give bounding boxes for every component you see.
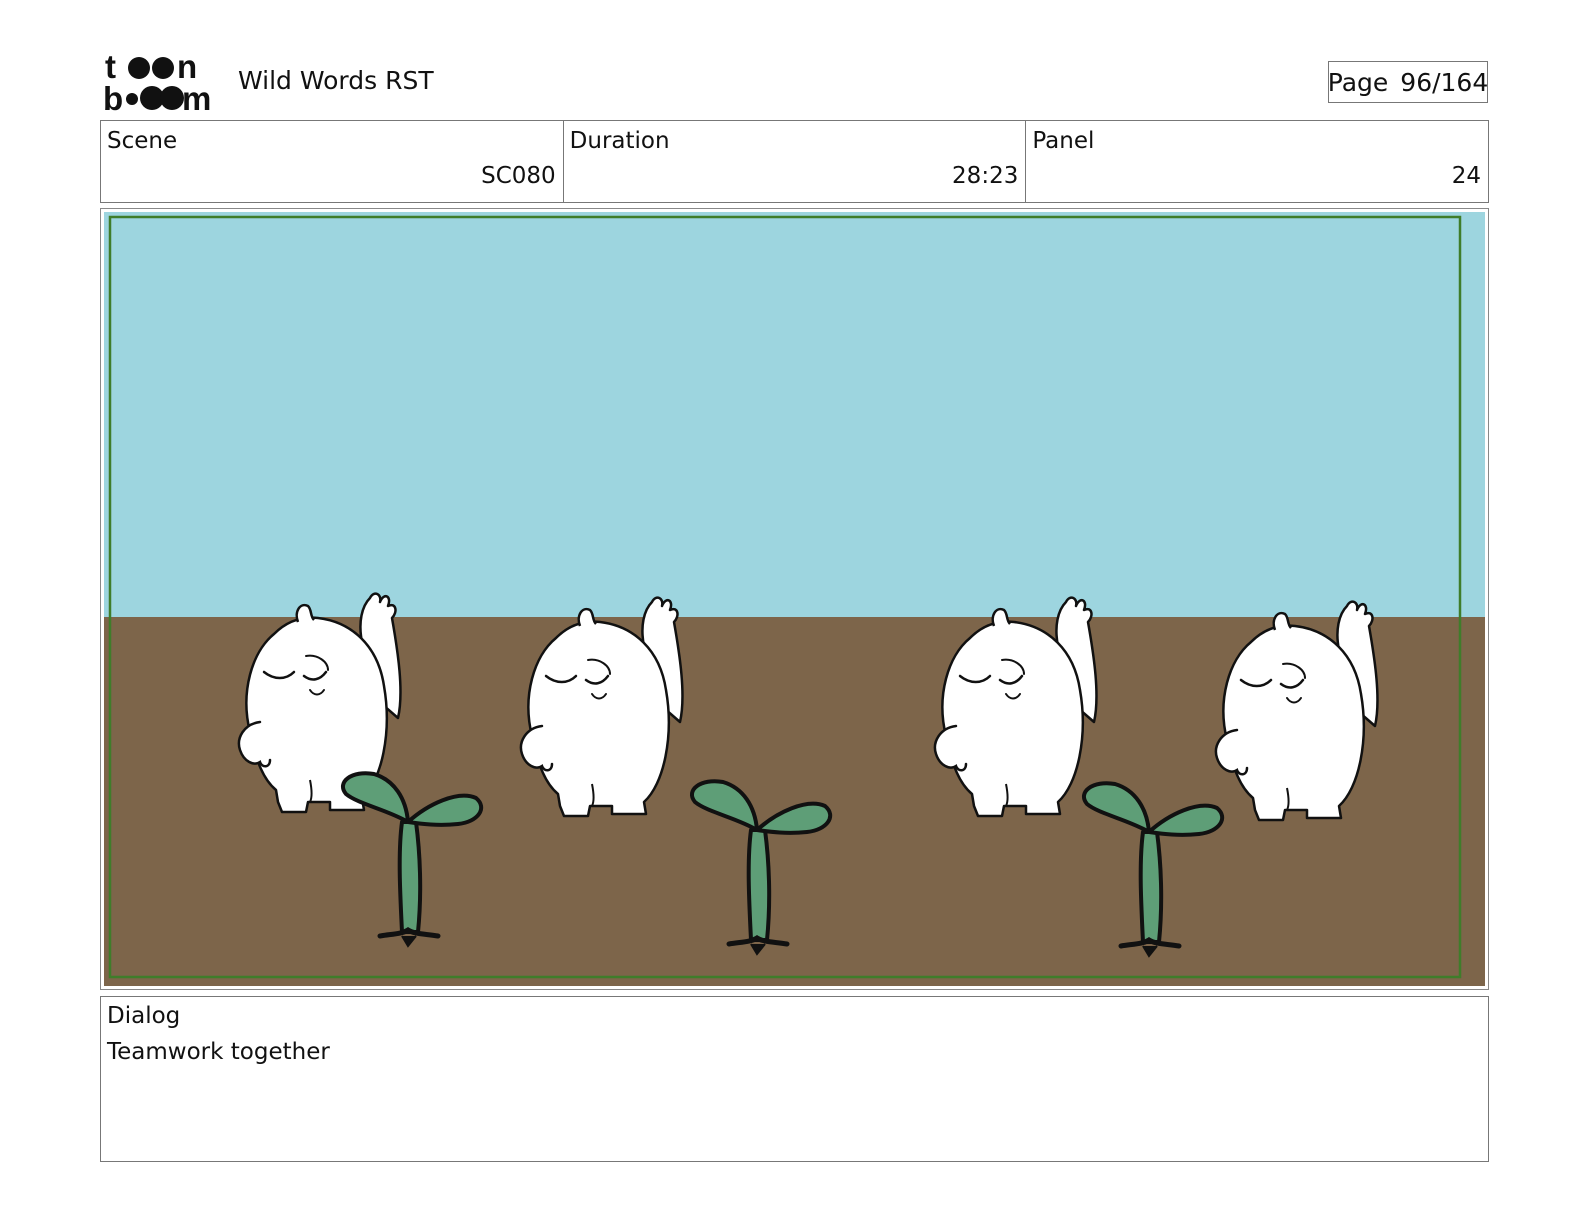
svg-text:m: m <box>182 80 211 114</box>
sky <box>104 212 1485 619</box>
dialog-text: Teamwork together <box>107 1039 330 1065</box>
storyboard-panel-image <box>104 212 1485 986</box>
panel-value: 24 <box>1451 163 1482 189</box>
scene-value: SC080 <box>481 163 556 189</box>
panel-info-table: Scene SC080 Duration 28:23 Panel 24 <box>100 120 1489 203</box>
duration-label: Duration <box>569 128 670 154</box>
panel-label: Panel <box>1032 128 1095 154</box>
page-indicator: Page 96/164 <box>1328 61 1488 103</box>
storyboard-frame <box>100 208 1489 990</box>
svg-text:b: b <box>103 80 123 114</box>
dialog-box: Dialog Teamwork together <box>100 996 1489 1162</box>
project-title: Wild Words RST <box>238 66 434 95</box>
toon-boom-logo: t n b m <box>103 50 211 114</box>
scene-label: Scene <box>107 128 178 154</box>
duration-value: 28:23 <box>952 163 1019 189</box>
page-number: 96/164 <box>1400 67 1489 97</box>
duration-cell: Duration 28:23 <box>564 121 1027 202</box>
dialog-label: Dialog <box>107 1003 181 1029</box>
panel-cell: Panel 24 <box>1026 121 1488 202</box>
scene-cell: Scene SC080 <box>101 121 564 202</box>
page-label: Page <box>1327 67 1389 97</box>
